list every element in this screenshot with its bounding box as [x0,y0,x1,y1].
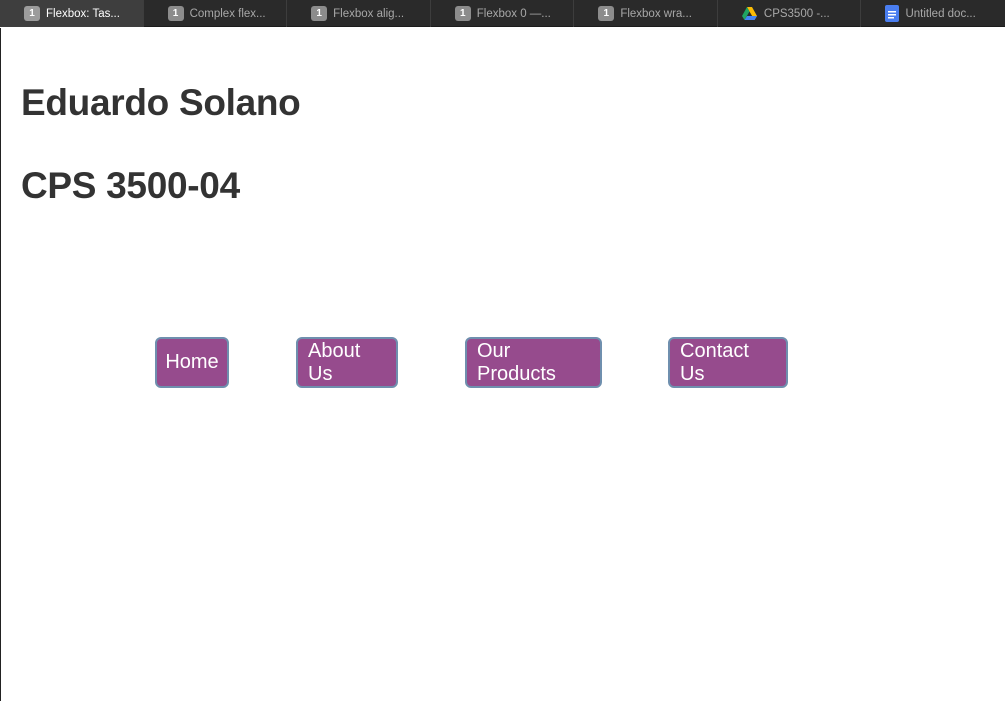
tab-untitled-document[interactable]: Untitled doc... [861,0,1005,27]
tab-title: Flexbox alig... [333,7,405,20]
tab-title: Flexbox: Tas... [46,7,120,20]
tab-favicon-icon: 1 [24,6,40,21]
page-content: Eduardo Solano CPS 3500-04 Home About Us… [0,28,1005,701]
contact-us-button[interactable]: Contact Us [668,337,788,388]
our-products-button[interactable]: Our Products [465,337,602,388]
home-button[interactable]: Home [155,337,229,388]
tab-title: Untitled doc... [905,7,976,20]
student-name-heading: Eduardo Solano [21,82,301,123]
about-us-button[interactable]: About Us [296,337,398,388]
tab-title: Flexbox wra... [620,7,692,20]
tab-flexbox-0[interactable]: 1 Flexbox 0 —... [431,0,575,27]
tab-cps3500-drive[interactable]: CPS3500 -... [718,0,862,27]
tab-favicon-icon: 1 [311,6,328,21]
tab-title: CPS3500 -... [763,7,830,20]
tab-complex-flexbox[interactable]: 1 Complex flex... [144,0,288,27]
navigation-bar: Home About Us Our Products Contact Us [1,337,1005,389]
google-drive-icon [742,6,758,21]
google-docs-icon [885,5,900,22]
tab-favicon-icon: 1 [454,6,471,21]
tab-title: Complex flex... [189,7,266,20]
tab-favicon-icon: 1 [598,6,615,21]
browser-tab-bar: 1 Flexbox: Tas... 1 Complex flex... 1 Fl… [0,0,1005,27]
course-heading: CPS 3500-04 [21,165,240,206]
tab-flexbox-tasks[interactable]: 1 Flexbox: Tas... [0,0,144,27]
tab-title: Flexbox 0 —... [476,7,551,20]
tab-flexbox-wrap[interactable]: 1 Flexbox wra... [574,0,718,27]
tab-flexbox-alignment[interactable]: 1 Flexbox alig... [287,0,431,27]
tab-favicon-icon: 1 [167,6,184,21]
